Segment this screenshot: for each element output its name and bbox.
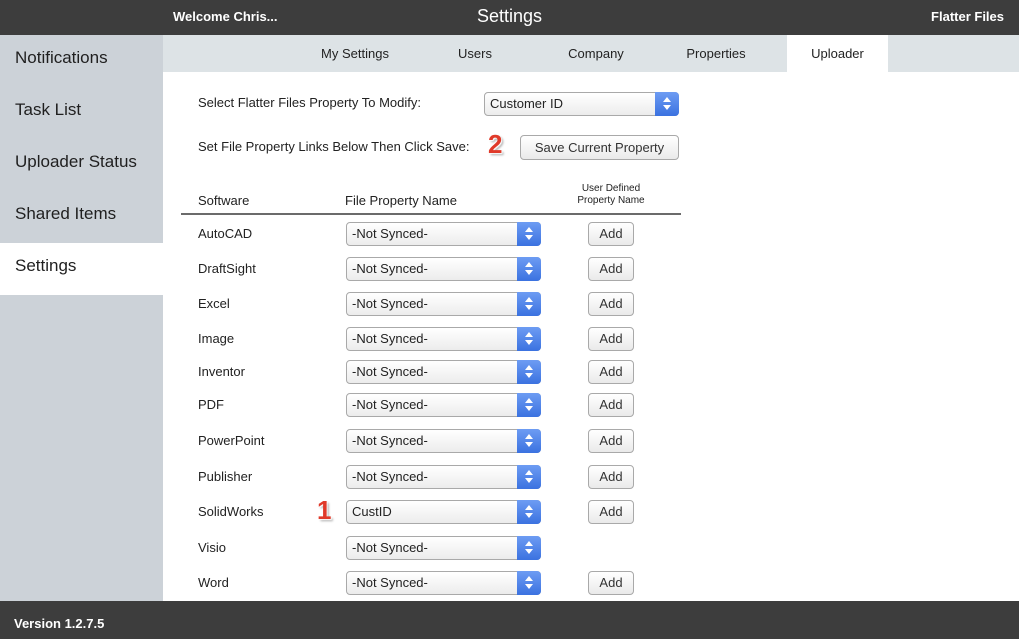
col-header-user-defined-line2: Property Name <box>577 195 645 206</box>
table-header-divider <box>181 213 681 215</box>
select-arrows-icon <box>517 393 541 417</box>
add-button-autocad[interactable]: Add <box>588 222 634 246</box>
select-arrows-icon <box>517 292 541 316</box>
step-marker-1: 1 <box>317 495 332 525</box>
file-property-select-image[interactable]: -Not Synced- <box>346 327 541 351</box>
file-property-select-powerpoint[interactable]: -Not Synced- <box>346 429 541 453</box>
select-arrows-icon <box>517 257 541 281</box>
add-button-pdf[interactable]: Add <box>588 393 634 417</box>
tab-uploader[interactable]: Uploader <box>787 35 888 72</box>
col-header-file-property: File Property Name <box>345 193 457 208</box>
file-property-select-draftsight[interactable]: -Not Synced- <box>346 257 541 281</box>
select-arrows-icon <box>517 360 541 384</box>
add-button-word[interactable]: Add <box>588 571 634 595</box>
save-current-property-button[interactable]: Save Current Property <box>520 135 679 160</box>
footer: Version 1.2.7.5 <box>0 601 1019 639</box>
sidebar: Notifications Task List Uploader Status … <box>0 35 163 601</box>
add-button-draftsight[interactable]: Add <box>588 257 634 281</box>
software-label-draftsight: DraftSight <box>198 261 256 276</box>
tab-properties[interactable]: Properties <box>663 35 769 72</box>
software-label-autocad: AutoCAD <box>198 226 253 241</box>
select-arrows-icon <box>517 465 541 489</box>
select-arrows-icon <box>517 327 541 351</box>
col-header-software: Software <box>198 193 250 208</box>
add-button-solidworks[interactable]: Add <box>588 500 634 524</box>
file-property-value: -Not Synced- <box>352 433 428 448</box>
file-property-select-pdf[interactable]: -Not Synced- <box>346 393 541 417</box>
software-label-visio: Visio <box>198 540 226 555</box>
top-bar: Welcome Chris... Settings Flatter Files <box>0 0 1019 35</box>
select-arrows-icon <box>517 571 541 595</box>
file-property-value: -Not Synced- <box>352 575 428 590</box>
software-label-solidworks: SolidWorks <box>198 504 264 519</box>
file-property-value: -Not Synced- <box>352 261 428 276</box>
software-label-excel: Excel <box>198 296 230 311</box>
software-label-image: Image <box>198 331 235 346</box>
file-property-value: CustID <box>352 504 392 519</box>
save-instruction-label: Set File Property Links Below Then Click… <box>198 139 470 154</box>
file-property-select-inventor[interactable]: -Not Synced- <box>346 360 541 384</box>
property-select-label: Select Flatter Files Property To Modify: <box>198 95 422 110</box>
select-arrows-icon <box>517 222 541 246</box>
select-arrows-icon <box>655 92 679 116</box>
sidebar-item-shared-items[interactable]: Shared Items <box>0 191 163 243</box>
sidebar-item-notifications[interactable]: Notifications <box>0 35 163 87</box>
file-property-select-word[interactable]: -Not Synced- <box>346 571 541 595</box>
sidebar-item-task-list[interactable]: Task List <box>0 87 163 139</box>
add-button-publisher[interactable]: Add <box>588 465 634 489</box>
software-label-inventor: Inventor <box>198 364 245 379</box>
step-marker-2: 2 <box>488 129 503 159</box>
file-property-value: -Not Synced- <box>352 364 428 379</box>
col-header-user-defined-line1: User Defined <box>581 183 641 194</box>
sidebar-item-settings[interactable]: Settings <box>0 243 163 295</box>
file-property-value: -Not Synced- <box>352 397 428 412</box>
file-property-select-solidworks[interactable]: CustID <box>346 500 541 524</box>
file-property-value: -Not Synced- <box>352 296 428 311</box>
add-button-image[interactable]: Add <box>588 327 634 351</box>
file-property-select-excel[interactable]: -Not Synced- <box>346 292 541 316</box>
property-select-value: Customer ID <box>490 96 563 111</box>
add-button-powerpoint[interactable]: Add <box>588 429 634 453</box>
tab-bar: My Settings Users Company Properties Upl… <box>163 35 1019 72</box>
file-property-value: -Not Synced- <box>352 331 428 346</box>
select-arrows-icon <box>517 429 541 453</box>
add-button-inventor[interactable]: Add <box>588 360 634 384</box>
tab-company[interactable]: Company <box>545 35 647 72</box>
file-property-value: -Not Synced- <box>352 226 428 241</box>
tab-my-settings[interactable]: My Settings <box>303 35 407 72</box>
version-label: Version 1.2.7.5 <box>14 616 105 631</box>
tab-users[interactable]: Users <box>433 35 517 72</box>
add-button-excel[interactable]: Add <box>588 292 634 316</box>
sidebar-item-uploader-status[interactable]: Uploader Status <box>0 139 163 191</box>
file-property-select-autocad[interactable]: -Not Synced- <box>346 222 541 246</box>
col-header-user-defined: User Defined Property Name <box>561 183 661 207</box>
brand-name[interactable]: Flatter Files <box>931 9 1004 24</box>
software-label-publisher: Publisher <box>198 469 253 484</box>
software-label-pdf: PDF <box>198 397 224 412</box>
select-arrows-icon <box>517 500 541 524</box>
file-property-select-visio[interactable]: -Not Synced- <box>346 536 541 560</box>
property-select[interactable]: Customer ID <box>484 92 679 116</box>
file-property-value: -Not Synced- <box>352 540 428 555</box>
file-property-value: -Not Synced- <box>352 469 428 484</box>
page-title: Settings <box>476 6 543 26</box>
software-label-word: Word <box>198 575 229 590</box>
select-arrows-icon <box>517 536 541 560</box>
file-property-select-publisher[interactable]: -Not Synced- <box>346 465 541 489</box>
software-label-powerpoint: PowerPoint <box>198 433 265 448</box>
